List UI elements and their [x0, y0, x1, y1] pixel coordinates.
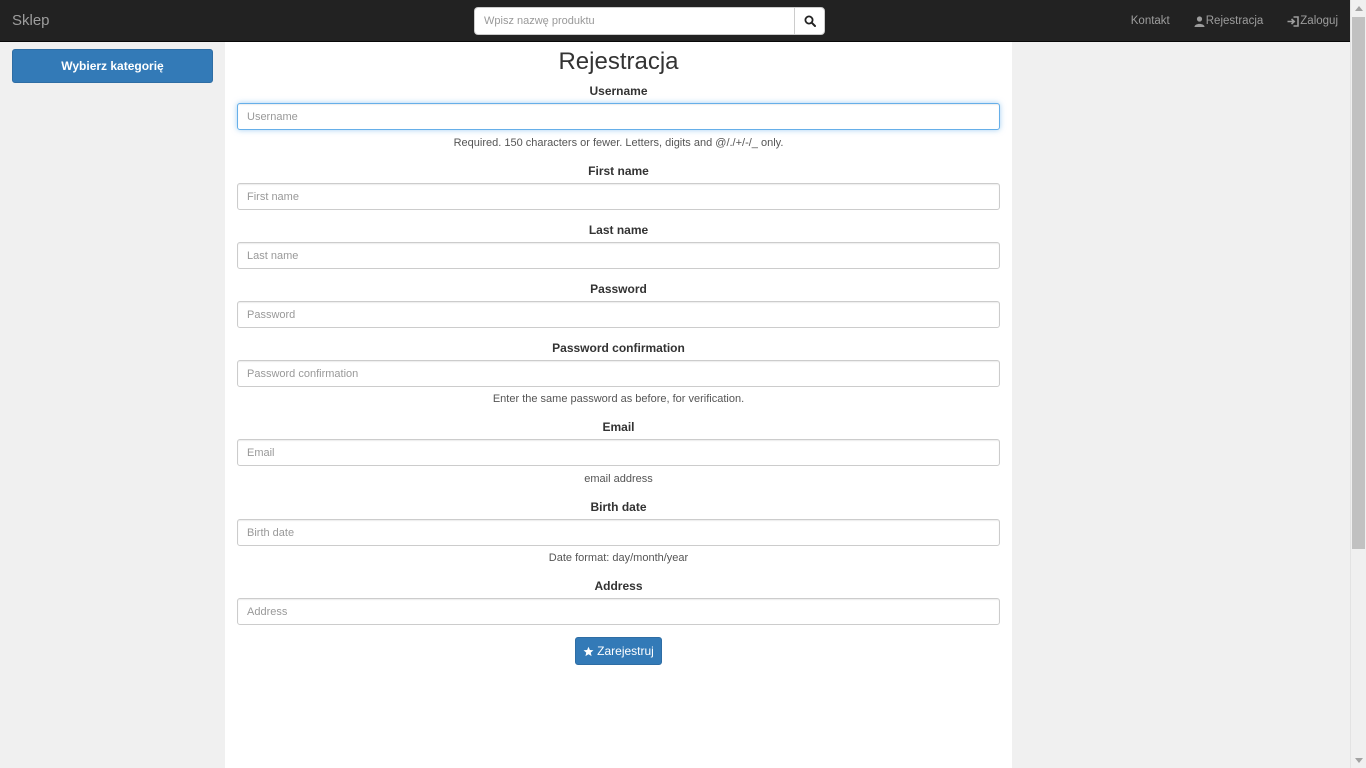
first-name-label: First name [588, 164, 649, 178]
log-in-icon [1287, 15, 1300, 27]
registration-panel: Rejestracja Username Required. 150 chara… [225, 42, 1012, 768]
nav-link-register[interactable]: Rejestracja [1182, 15, 1276, 27]
birth-date-input[interactable] [237, 519, 1000, 546]
register-submit-button[interactable]: Zarejestruj [575, 637, 662, 665]
user-icon [1194, 15, 1205, 27]
nav-link-contact[interactable]: Kontakt [1119, 15, 1182, 27]
brand-link[interactable]: Sklep [12, 12, 50, 29]
username-help: Required. 150 characters or fewer. Lette… [453, 137, 784, 149]
search-input[interactable] [474, 7, 794, 35]
scrollbar-thumb[interactable] [1352, 17, 1365, 549]
nav-link-login-label: Zaloguj [1300, 15, 1338, 27]
scroll-down-arrow-icon[interactable] [1351, 752, 1366, 768]
navbar-links: Kontakt Rejestracja Zaloguj [1119, 0, 1338, 42]
star-icon [583, 646, 594, 656]
page-title: Rejestracja [558, 48, 679, 75]
page-scrollbar[interactable] [1350, 0, 1366, 768]
email-label: Email [602, 420, 635, 434]
first-name-input[interactable] [237, 183, 1000, 210]
address-label: Address [594, 579, 643, 593]
top-navbar: Sklep Kontakt Rejestracja Zaloguj [0, 0, 1350, 42]
nav-link-contact-label: Kontakt [1130, 15, 1170, 27]
username-label: Username [589, 84, 648, 98]
address-input[interactable] [237, 598, 1000, 625]
birth-date-help: Date format: day/month/year [548, 552, 689, 564]
search-form [474, 7, 825, 35]
nav-link-login[interactable]: Zaloguj [1275, 15, 1338, 27]
last-name-label: Last name [588, 223, 649, 237]
last-name-input[interactable] [237, 242, 1000, 269]
email-input[interactable] [237, 439, 1000, 466]
search-icon [804, 15, 816, 27]
email-help: email address [584, 473, 653, 485]
password-confirmation-input[interactable] [237, 360, 1000, 387]
choose-category-button[interactable]: Wybierz kategorię [12, 49, 213, 83]
birth-date-label: Birth date [590, 500, 647, 514]
password-input[interactable] [237, 301, 1000, 328]
nav-link-register-label: Rejestracja [1205, 15, 1264, 27]
username-input[interactable] [237, 103, 1000, 130]
password-confirmation-help: Enter the same password as before, for v… [492, 393, 745, 405]
scroll-up-arrow-icon[interactable] [1351, 0, 1366, 16]
register-submit-label: Zarejestruj [597, 644, 654, 658]
password-label: Password [590, 282, 647, 296]
password-confirmation-label: Password confirmation [552, 341, 685, 355]
search-button[interactable] [794, 7, 825, 35]
